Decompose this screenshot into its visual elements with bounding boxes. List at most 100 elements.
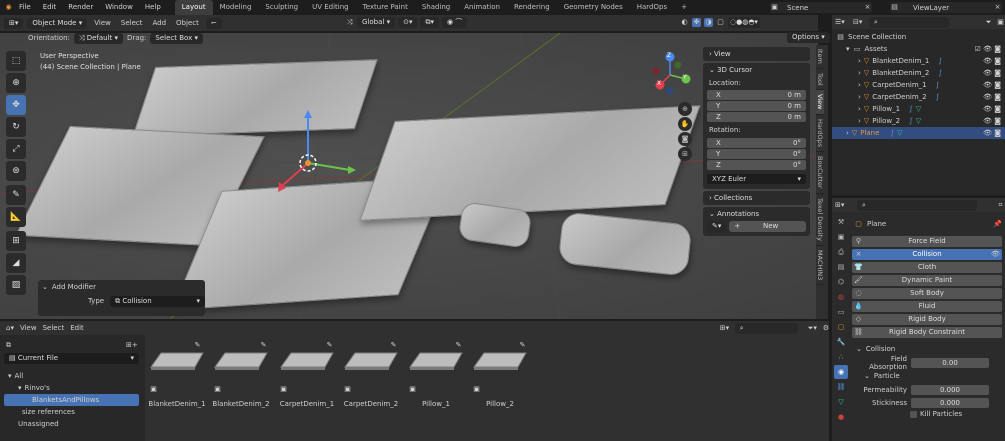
- move-icon[interactable]: ✥: [6, 95, 26, 115]
- settings-gear-icon[interactable]: ⚙: [823, 324, 829, 333]
- navigation-gizmo[interactable]: Z Y X: [648, 51, 696, 99]
- editor-type-button[interactable]: ⊞▾: [4, 17, 24, 29]
- modifier-type-dropdown[interactable]: ⧉ Collision ▾: [110, 295, 205, 307]
- expand-arrow-icon[interactable]: ›: [858, 115, 861, 127]
- visibility-icons[interactable]: 👁 ◙: [983, 103, 1005, 115]
- expand-arrow-icon[interactable]: ›: [846, 127, 849, 139]
- filter-icon[interactable]: ⏷▾: [808, 324, 817, 333]
- viewport-menu-view[interactable]: View: [91, 16, 114, 31]
- visibility-icons[interactable]: 👁 ◙: [983, 55, 1005, 67]
- sidebar-tab-texel-density[interactable]: Texel Density: [816, 194, 824, 246]
- perspective-grid-icon[interactable]: ⊞: [678, 147, 692, 161]
- tab-shading[interactable]: Shading: [415, 0, 457, 15]
- asset-browser-editor-icon[interactable]: ⌂▾: [6, 324, 14, 333]
- expand-arrow-icon[interactable]: ›: [858, 55, 861, 67]
- sidebar-tab-hardops[interactable]: HardOps: [816, 115, 824, 153]
- menu-render[interactable]: Render: [62, 0, 99, 15]
- particle-section-header[interactable]: ⌄ Particle: [852, 369, 1002, 383]
- asset-item[interactable]: ✎ ▣ BlanketDenim_1: [145, 335, 209, 430]
- asset-menu-select[interactable]: Select: [43, 324, 65, 332]
- gizmo-icon[interactable]: ✥: [692, 18, 701, 27]
- asset-menu-view[interactable]: View: [20, 324, 37, 332]
- annotations-header[interactable]: ⌄ Annotations: [707, 207, 806, 221]
- edit-asset-icon[interactable]: ✎: [325, 341, 334, 350]
- viewport-menu-select[interactable]: Select: [118, 16, 146, 31]
- select-box-icon[interactable]: ⬚: [6, 51, 26, 71]
- menu-window[interactable]: Window: [99, 0, 139, 15]
- view-layer-selector[interactable]: ▤ ViewLayer ×: [890, 2, 1002, 13]
- cursor-rotation-y[interactable]: Y 0°: [707, 149, 806, 159]
- particles-tab-icon[interactable]: ∴: [834, 350, 848, 364]
- outliner-search[interactable]: ⌕: [869, 16, 949, 28]
- annotation-tool-icon[interactable]: ✎▾: [707, 221, 727, 232]
- edit-asset-icon[interactable]: ✎: [193, 341, 202, 350]
- zoom-icon[interactable]: ⊕: [678, 102, 692, 116]
- data-tab-icon[interactable]: ▽: [834, 395, 848, 409]
- filter-icon[interactable]: ⏷: [984, 18, 993, 27]
- visibility-icon[interactable]: ◐: [680, 18, 689, 27]
- 3d-viewport[interactable]: User Perspective (44) Scene Collection |…: [0, 33, 818, 319]
- drag-dropdown[interactable]: Select Box ▾: [150, 32, 203, 44]
- pivot-dropdown[interactable]: ⊙▾: [398, 17, 418, 28]
- asset-item[interactable]: ✎ ▣ Pillow_2: [468, 335, 532, 430]
- sidebar-tab-view[interactable]: View: [816, 90, 824, 115]
- cursor-location-x[interactable]: X 0 m: [707, 90, 806, 100]
- tab-texture-paint[interactable]: Texture Paint: [356, 0, 415, 15]
- permeability-input[interactable]: 0.000: [911, 384, 989, 395]
- properties-search[interactable]: ⌕: [857, 199, 977, 211]
- shear-icon[interactable]: ◢: [6, 253, 26, 273]
- catalog-size-references[interactable]: size references: [4, 406, 139, 418]
- tab-layout[interactable]: Layout: [174, 0, 213, 15]
- expand-arrow-icon[interactable]: ›: [858, 79, 861, 91]
- shading-modes[interactable]: ◌●◍◓▾: [728, 17, 760, 28]
- display-mode-icon[interactable]: ⊞▾: [720, 324, 729, 333]
- tab-geometry-nodes[interactable]: Geometry Nodes: [557, 0, 630, 15]
- menu-help[interactable]: Help: [139, 0, 167, 15]
- camera-icon[interactable]: ◙: [678, 132, 692, 146]
- visibility-icons[interactable]: 👁 ◙: [983, 127, 1005, 139]
- rigid-body-button[interactable]: ◇ Rigid Body: [852, 314, 1002, 325]
- catalog-all[interactable]: ▾ All: [4, 370, 139, 382]
- stickiness-input[interactable]: 0.000: [911, 397, 989, 408]
- tool-tab-icon[interactable]: ⚒: [834, 215, 848, 229]
- cursor-rotation-x[interactable]: X 0°: [707, 138, 806, 148]
- tab-rendering[interactable]: Rendering: [507, 0, 557, 15]
- edit-asset-icon[interactable]: ✎: [518, 341, 527, 350]
- cursor-icon[interactable]: ⊕: [6, 73, 26, 93]
- hide-menu-button[interactable]: ⌐: [205, 17, 222, 29]
- outliner-row-scene-collection[interactable]: ▤ Scene Collection: [832, 31, 1005, 43]
- new-collection-icon[interactable]: ▣: [996, 18, 1005, 27]
- view-layer-tab-icon[interactable]: ▤: [834, 260, 848, 274]
- scene-selector[interactable]: ▣ Scene ×: [770, 2, 872, 13]
- asset-search[interactable]: ⌕: [734, 322, 798, 334]
- tab-uv-editing[interactable]: UV Editing: [305, 0, 356, 15]
- outliner-row[interactable]: › ▽ CarpetDenim_2 ∫ 👁 ◙: [832, 91, 1005, 103]
- expand-arrow-icon[interactable]: ▾: [846, 43, 850, 55]
- tab-sculpting[interactable]: Sculpting: [258, 0, 305, 15]
- edit-asset-icon[interactable]: ✎: [259, 341, 268, 350]
- render-tab-icon[interactable]: ▣: [834, 230, 848, 244]
- eye-icon[interactable]: 👁: [991, 250, 1000, 259]
- display-mode-icon[interactable]: ⊟▾: [853, 18, 862, 27]
- snap-toggle[interactable]: ⧉▾: [420, 17, 439, 28]
- edit-asset-icon[interactable]: ✎: [389, 341, 398, 350]
- field-absorption-input[interactable]: 0.00: [911, 357, 989, 368]
- expand-arrow-icon[interactable]: ›: [858, 91, 861, 103]
- orientation-dropdown[interactable]: ⤨ Default ▾: [73, 32, 124, 44]
- tab-modeling[interactable]: Modeling: [213, 0, 259, 15]
- asset-item[interactable]: ✎ ▣ BlanketDenim_2: [209, 335, 273, 430]
- measure-icon[interactable]: 📐: [6, 207, 26, 227]
- catalog-blankets-and-pillows[interactable]: BlanketsAndPillows: [4, 394, 139, 406]
- proportional-edit-toggle[interactable]: ◉ ⌒: [442, 17, 468, 28]
- catalog-icon[interactable]: ⧉: [4, 341, 13, 350]
- new-annotation-button[interactable]: + New: [729, 221, 806, 232]
- view-panel-header[interactable]: › View: [703, 47, 810, 61]
- overlay-icon[interactable]: ◑: [704, 18, 713, 27]
- force-field-button[interactable]: ⚲ Force Field: [852, 236, 1002, 247]
- collapse-arrow-icon[interactable]: ⌄: [42, 283, 48, 291]
- transform-orientation-dropdown[interactable]: Global ▾: [357, 17, 396, 28]
- pan-hand-icon[interactable]: ✋: [678, 117, 692, 131]
- visibility-icons[interactable]: 👁 ◙: [983, 115, 1005, 127]
- sidebar-tab-item[interactable]: Item: [816, 45, 824, 69]
- constraints-tab-icon[interactable]: ⛓: [834, 380, 848, 394]
